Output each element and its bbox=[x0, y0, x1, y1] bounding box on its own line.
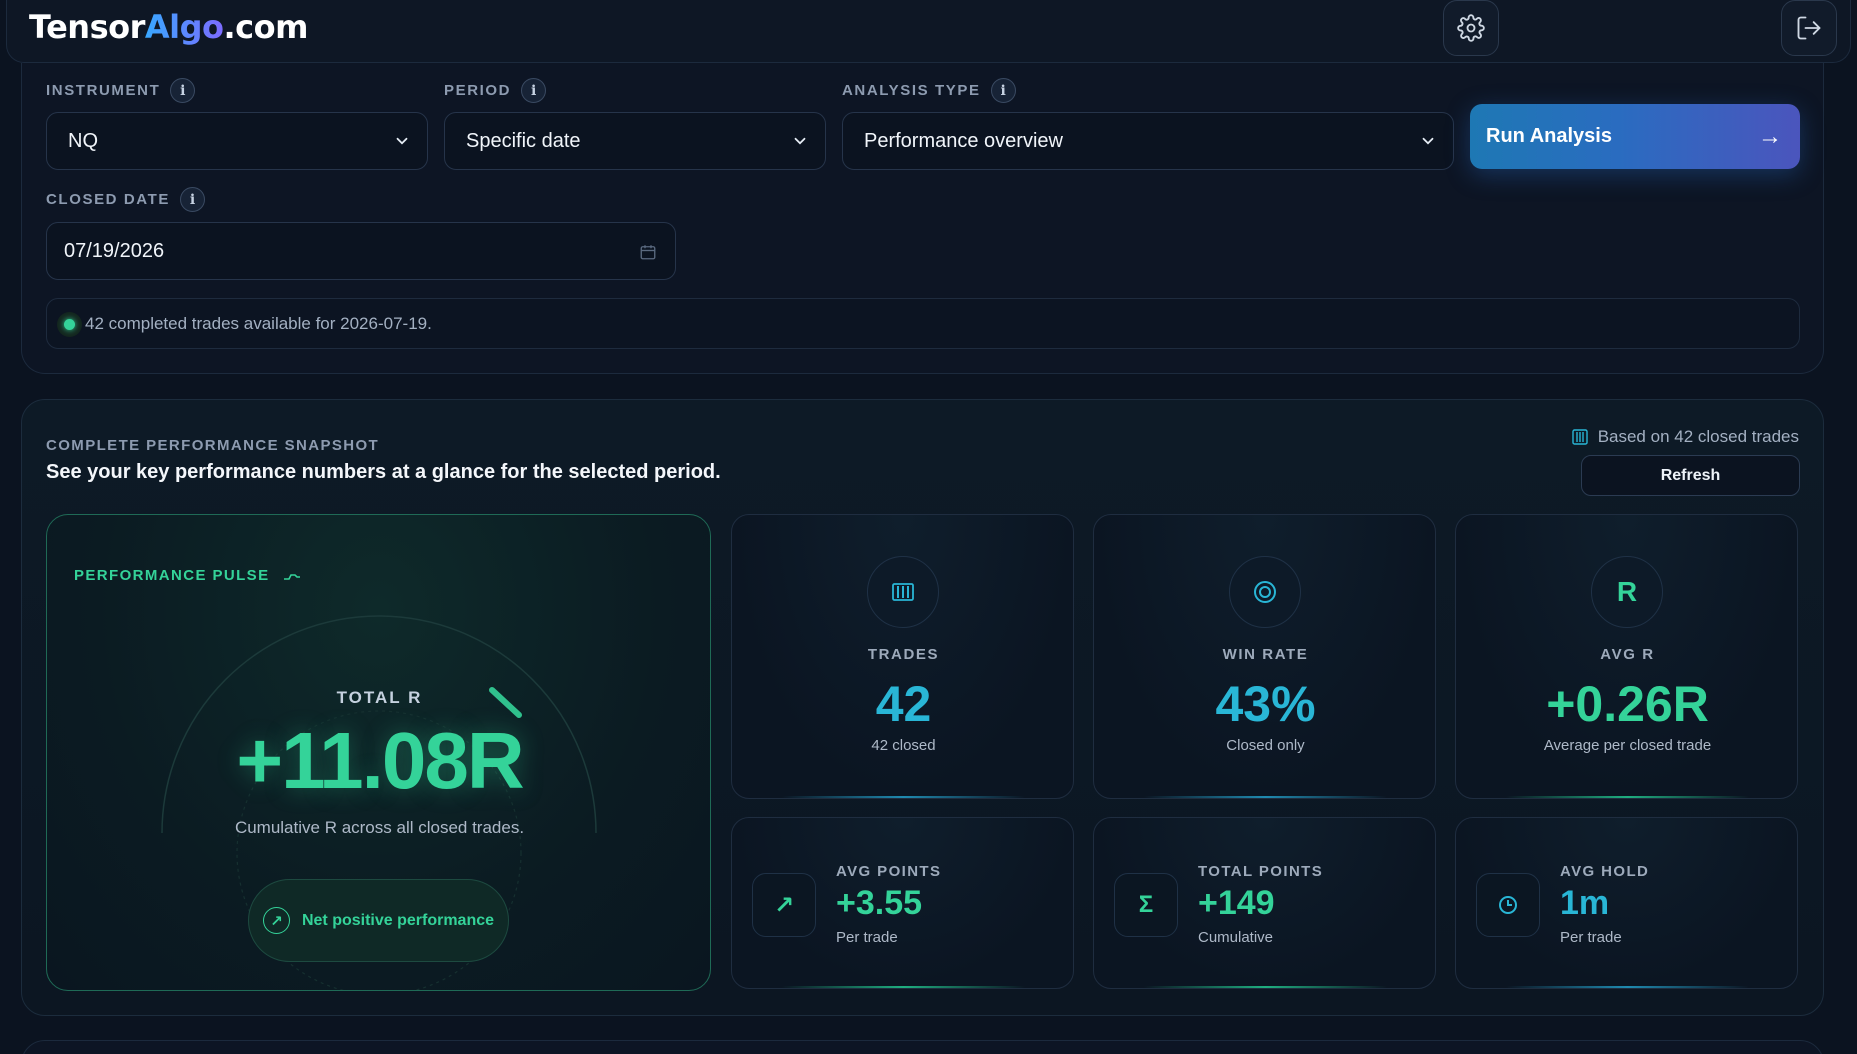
analysis-type-label-text: ANALYSIS TYPE bbox=[842, 82, 981, 99]
stat-value: 43% bbox=[1215, 676, 1316, 732]
sigma-glyph: Σ bbox=[1138, 891, 1154, 918]
analysis-type-select[interactable]: Performance overview bbox=[842, 112, 1454, 170]
brand-part-1: Tensor bbox=[29, 8, 145, 46]
analysis-type-label: ANALYSIS TYPE i bbox=[842, 78, 1016, 103]
stat-label: AVG R bbox=[1600, 646, 1655, 663]
info-icon[interactable]: i bbox=[170, 78, 196, 103]
stat-caption: Per trade bbox=[1560, 929, 1622, 946]
stat-label: AVG HOLD bbox=[1560, 863, 1650, 880]
stat-label: WIN RATE bbox=[1222, 646, 1309, 663]
brand-logo[interactable]: TensorAlgo.com bbox=[29, 8, 308, 46]
brand-part-3: .com bbox=[223, 8, 309, 46]
arrow-right-icon: → bbox=[1758, 122, 1782, 150]
bars-icon bbox=[867, 556, 939, 628]
stat-caption: 42 closed bbox=[871, 737, 936, 754]
stat-card-avg-hold: AVG HOLD 1m Per trade bbox=[1455, 817, 1798, 989]
instrument-value: NQ bbox=[68, 129, 98, 152]
stat-label: TOTAL POINTS bbox=[1198, 863, 1324, 880]
stat-card-avg-points: ↗ AVG POINTS +3.55 Per trade bbox=[731, 817, 1074, 989]
pulse-label: PERFORMANCE PULSE bbox=[74, 567, 301, 584]
settings-button[interactable] bbox=[1443, 0, 1499, 56]
stat-caption: Cumulative bbox=[1198, 929, 1274, 946]
instrument-select[interactable]: NQ bbox=[46, 112, 428, 170]
clock-icon bbox=[1476, 873, 1540, 937]
info-icon[interactable]: i bbox=[521, 78, 547, 103]
logout-icon bbox=[1797, 16, 1821, 40]
sigma-icon: Σ bbox=[1114, 873, 1178, 937]
snapshot-eyebrow: COMPLETE PERFORMANCE SNAPSHOT bbox=[46, 437, 380, 454]
info-icon[interactable]: i bbox=[180, 187, 205, 212]
status-badge: ↗ Net positive performance bbox=[248, 879, 509, 962]
chevron-down-icon bbox=[396, 137, 408, 145]
closed-date-value: 07/19/2026 bbox=[64, 239, 165, 262]
stat-caption: Per trade bbox=[836, 929, 898, 946]
instrument-label: INSTRUMENT i bbox=[46, 78, 196, 103]
closed-date-input[interactable]: 07/19/2026 bbox=[46, 222, 676, 280]
pulse-icon bbox=[284, 573, 301, 580]
trend-up-glyph: ↗ bbox=[773, 891, 795, 919]
stat-value: 42 bbox=[875, 676, 932, 732]
analysis-type-value: Performance overview bbox=[864, 129, 1063, 152]
stat-card-total-points: Σ TOTAL POINTS +149 Cumulative bbox=[1093, 817, 1436, 989]
closed-date-label-text: CLOSED DATE bbox=[46, 191, 170, 208]
r-icon: R bbox=[1591, 556, 1663, 628]
target-icon bbox=[1229, 556, 1301, 628]
bars-icon bbox=[1571, 429, 1588, 445]
closed-date-label: CLOSED DATE i bbox=[46, 187, 205, 212]
chevron-down-icon bbox=[794, 137, 806, 145]
period-label-text: PERIOD bbox=[444, 82, 512, 99]
stat-card-trades: TRADES 42 42 closed bbox=[731, 514, 1074, 799]
stat-value: +0.26R bbox=[1546, 676, 1709, 732]
run-analysis-label: Run Analysis bbox=[1486, 125, 1612, 147]
stat-card-win-rate: WIN RATE 43% Closed only bbox=[1093, 514, 1436, 799]
stat-label: TRADES bbox=[867, 646, 940, 663]
stat-caption: Closed only bbox=[1226, 737, 1305, 754]
stat-card-avg-r: R AVG R +0.26R Average per closed trade bbox=[1455, 514, 1798, 799]
stat-value: +3.55 bbox=[836, 884, 923, 922]
pulse-label-text: PERFORMANCE PULSE bbox=[74, 567, 270, 584]
snapshot-title: See your key performance numbers at a gl… bbox=[46, 461, 721, 483]
refresh-label: Refresh bbox=[1660, 466, 1721, 484]
notice-text: 42 completed trades available for 2026-0… bbox=[85, 313, 432, 333]
trend-up-icon: ↗ bbox=[752, 873, 816, 937]
status-badge-text: Net positive performance bbox=[301, 911, 495, 929]
availability-notice: 42 completed trades available for 2026-0… bbox=[46, 298, 1800, 349]
stat-caption: Average per closed trade bbox=[1543, 737, 1712, 754]
status-dot bbox=[57, 312, 82, 337]
top-bar: TensorAlgo.com bbox=[6, 0, 1851, 63]
run-analysis-button[interactable]: Run Analysis → bbox=[1470, 104, 1800, 169]
stat-value: +149 bbox=[1198, 884, 1275, 922]
calendar-icon[interactable] bbox=[639, 243, 657, 261]
based-on-note: Based on 42 closed trades bbox=[1571, 427, 1799, 447]
brand-part-2: Algo bbox=[144, 8, 224, 46]
stat-label: AVG POINTS bbox=[836, 863, 942, 880]
based-on-text: Based on 42 closed trades bbox=[1597, 427, 1799, 446]
performance-pulse-card: PERFORMANCE PULSE TOTAL R +11.08R Cumula… bbox=[46, 514, 711, 991]
period-select[interactable]: Specific date bbox=[444, 112, 826, 170]
period-label: PERIOD i bbox=[444, 78, 547, 103]
logout-button[interactable] bbox=[1781, 0, 1837, 56]
gear-icon bbox=[1457, 14, 1485, 42]
r-icon-glyph: R bbox=[1616, 576, 1638, 607]
chevron-down-icon bbox=[1422, 137, 1434, 145]
total-r-label: TOTAL R bbox=[336, 688, 423, 707]
total-r-caption: Cumulative R across all closed trades. bbox=[234, 818, 525, 837]
refresh-button[interactable]: Refresh bbox=[1581, 455, 1800, 496]
trend-up-icon: ↗ bbox=[262, 907, 290, 934]
next-section-panel bbox=[21, 1040, 1824, 1054]
total-r-value: +11.08R bbox=[236, 716, 524, 805]
stat-value: 1m bbox=[1560, 884, 1610, 922]
instrument-label-text: INSTRUMENT bbox=[46, 82, 161, 99]
info-icon[interactable]: i bbox=[990, 78, 1016, 103]
period-value: Specific date bbox=[466, 129, 581, 152]
